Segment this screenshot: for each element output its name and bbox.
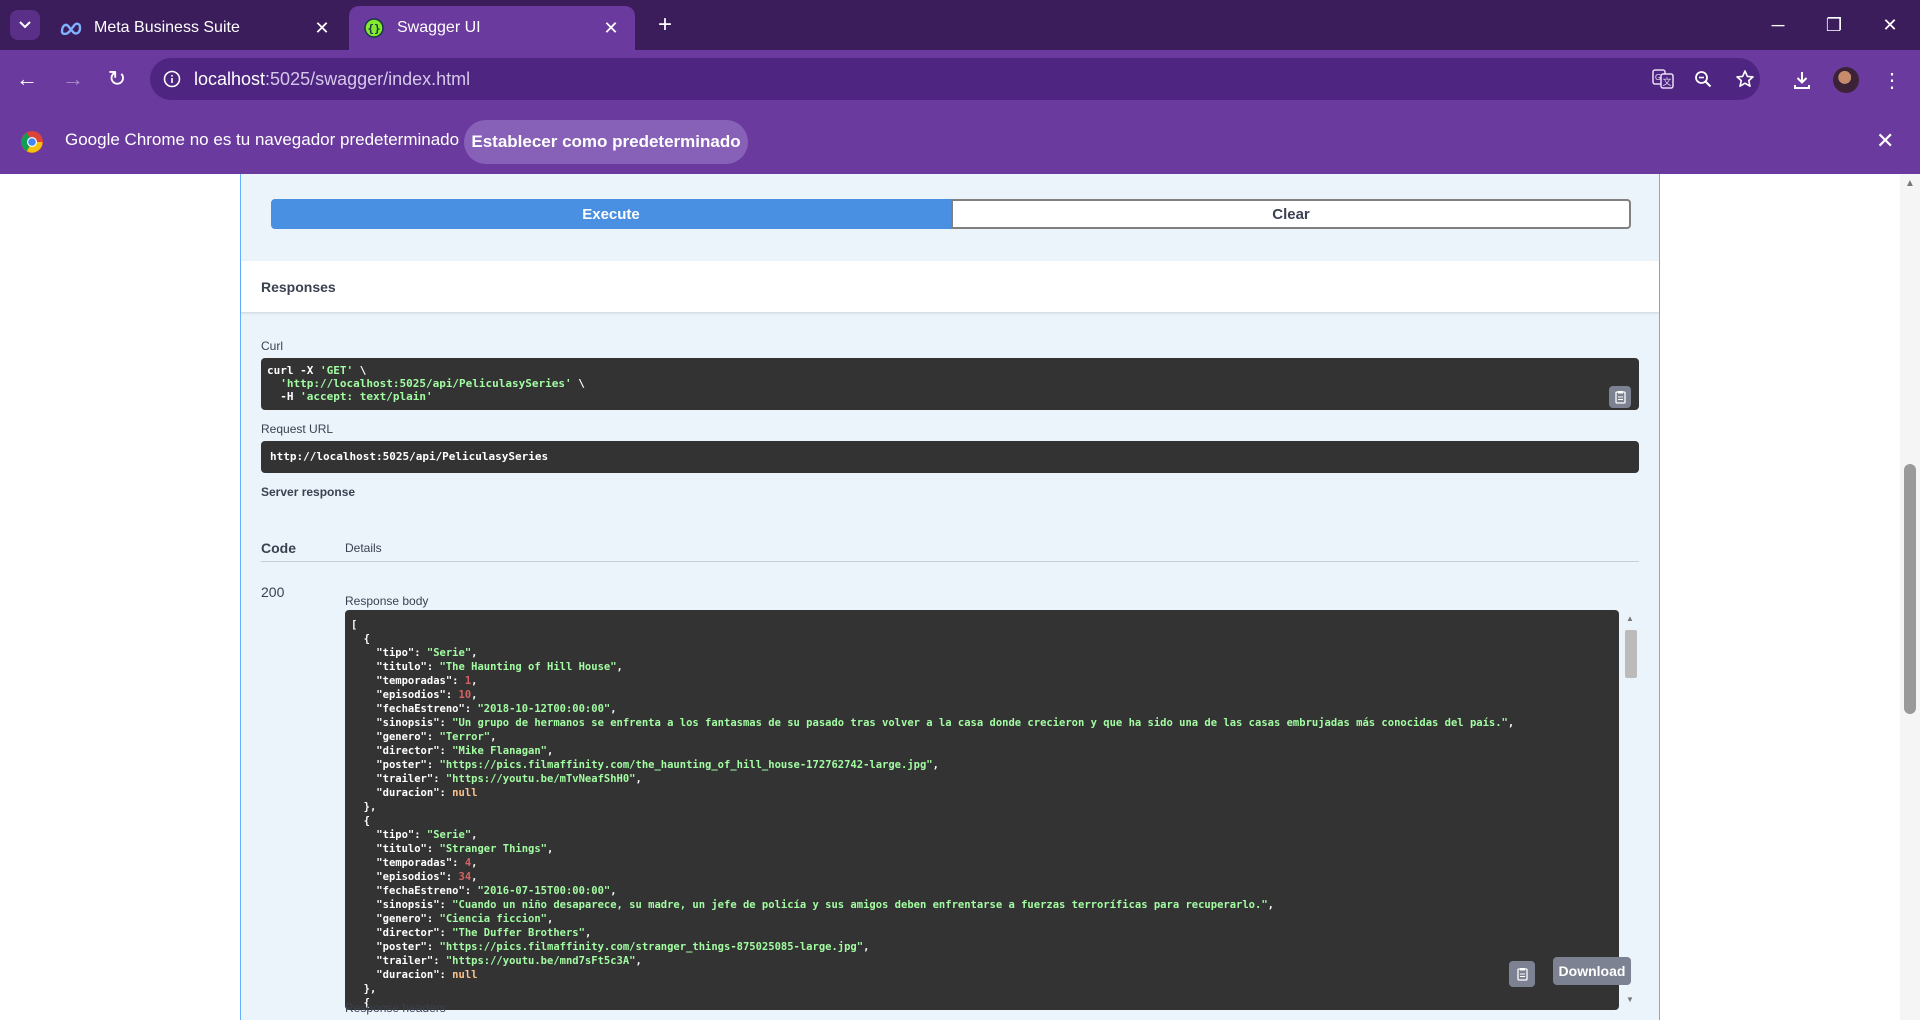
close-tab-icon[interactable]: ✕ bbox=[601, 18, 621, 39]
chrome-logo-icon bbox=[20, 130, 44, 154]
tab-search-button[interactable] bbox=[10, 10, 40, 40]
close-tab-icon[interactable]: ✕ bbox=[312, 18, 332, 39]
responses-header: Responses bbox=[241, 261, 1659, 313]
tab-title: Meta Business Suite bbox=[94, 19, 240, 36]
response-body[interactable]: [ { "tipo": "Serie", "titulo": "The Haun… bbox=[345, 610, 1619, 1010]
bookmark-star-icon[interactable] bbox=[1732, 67, 1758, 91]
restore-button[interactable]: ❐ bbox=[1814, 10, 1854, 40]
request-url-label: Request URL bbox=[261, 422, 334, 436]
browser-toolbar: ← → ↻ localhost:5025/swagger/index.html … bbox=[0, 50, 1920, 108]
responses-table-header: Code Details bbox=[261, 540, 1639, 562]
meta-logo-icon bbox=[60, 17, 82, 39]
clear-button[interactable]: Clear bbox=[951, 199, 1631, 229]
close-window-button[interactable]: ✕ bbox=[1870, 10, 1910, 40]
svg-text:文: 文 bbox=[1662, 76, 1671, 88]
default-browser-infobar: Google Chrome no es tu navegador predete… bbox=[0, 108, 1920, 174]
minimize-button[interactable]: ─ bbox=[1758, 10, 1798, 40]
operation-block: Execute Clear Responses Curl curl -X 'GE… bbox=[240, 174, 1660, 1020]
close-infobar-icon[interactable]: ✕ bbox=[1876, 128, 1894, 154]
zoom-icon[interactable] bbox=[1690, 67, 1716, 91]
scroll-thumb[interactable] bbox=[1904, 464, 1916, 714]
tab-swagger-ui[interactable]: {} Swagger UI ✕ bbox=[349, 6, 635, 50]
address-bar[interactable]: localhost:5025/swagger/index.html 文G bbox=[150, 58, 1760, 100]
scroll-down-icon[interactable]: ▼ bbox=[1626, 995, 1634, 1004]
svg-text:G: G bbox=[1655, 73, 1661, 82]
translate-icon[interactable]: 文G bbox=[1650, 67, 1676, 91]
clipboard-icon bbox=[1517, 968, 1528, 981]
page-scrollbar[interactable]: ▲ bbox=[1900, 174, 1920, 1020]
forward-arrow-icon[interactable]: → bbox=[58, 64, 88, 94]
tab-strip: Meta Business Suite ✕ {} Swagger UI ✕ + … bbox=[0, 0, 1920, 50]
curl-command: curl -X 'GET' \ 'http://localhost:5025/a… bbox=[261, 358, 1639, 410]
back-arrow-icon[interactable]: ← bbox=[12, 64, 42, 94]
clipboard-icon bbox=[1615, 391, 1626, 404]
url-text: localhost:5025/swagger/index.html bbox=[194, 68, 471, 89]
tab-title: Swagger UI bbox=[397, 19, 481, 36]
more-menu-icon[interactable]: ⋮ bbox=[1876, 64, 1908, 96]
site-info-icon[interactable] bbox=[150, 70, 194, 88]
reload-icon[interactable]: ↻ bbox=[102, 64, 132, 94]
request-url: http://localhost:5025/api/PeliculasySeri… bbox=[261, 441, 1639, 473]
svg-text:{}: {} bbox=[367, 22, 380, 35]
responses-title: Responses bbox=[261, 279, 336, 295]
set-default-button[interactable]: Establecer como predeterminado bbox=[464, 120, 748, 164]
download-button[interactable]: Download bbox=[1553, 957, 1631, 985]
details-column-header: Details bbox=[345, 541, 382, 555]
execute-wrapper: Execute Clear bbox=[241, 174, 1659, 261]
download-icon[interactable] bbox=[1786, 64, 1818, 96]
curl-line: 'http://localhost:5025/api/PeliculasySer… bbox=[280, 377, 585, 390]
new-tab-button[interactable]: + bbox=[651, 12, 679, 40]
execute-button[interactable]: Execute bbox=[271, 199, 951, 229]
curl-line: -H 'accept: text/plain' bbox=[267, 390, 433, 403]
code-column-header: Code bbox=[261, 540, 296, 556]
curl-line: curl -X 'GET' \ bbox=[267, 364, 367, 377]
scroll-thumb[interactable] bbox=[1625, 630, 1637, 678]
copy-curl-button[interactable] bbox=[1609, 386, 1631, 408]
response-body-label: Response body bbox=[345, 594, 429, 608]
chevron-down-icon bbox=[19, 21, 31, 29]
infobar-message: Google Chrome no es tu navegador predete… bbox=[65, 130, 460, 149]
response-body-scrollbar[interactable]: ▲ ▼ bbox=[1621, 610, 1639, 1010]
page-viewport: Execute Clear Responses Curl curl -X 'GE… bbox=[0, 174, 1920, 1020]
curl-label: Curl bbox=[261, 339, 284, 353]
server-response-label: Server response bbox=[261, 485, 356, 499]
swagger-logo-icon: {} bbox=[363, 17, 385, 39]
scroll-up-icon[interactable]: ▲ bbox=[1626, 614, 1634, 623]
status-code: 200 bbox=[261, 584, 285, 600]
tab-meta-business-suite[interactable]: Meta Business Suite ✕ bbox=[46, 6, 346, 50]
copy-response-button[interactable] bbox=[1509, 961, 1535, 987]
scroll-up-icon[interactable]: ▲ bbox=[1905, 178, 1915, 189]
profile-avatar[interactable] bbox=[1830, 64, 1862, 96]
response-headers-label: Response headers bbox=[345, 1001, 446, 1015]
